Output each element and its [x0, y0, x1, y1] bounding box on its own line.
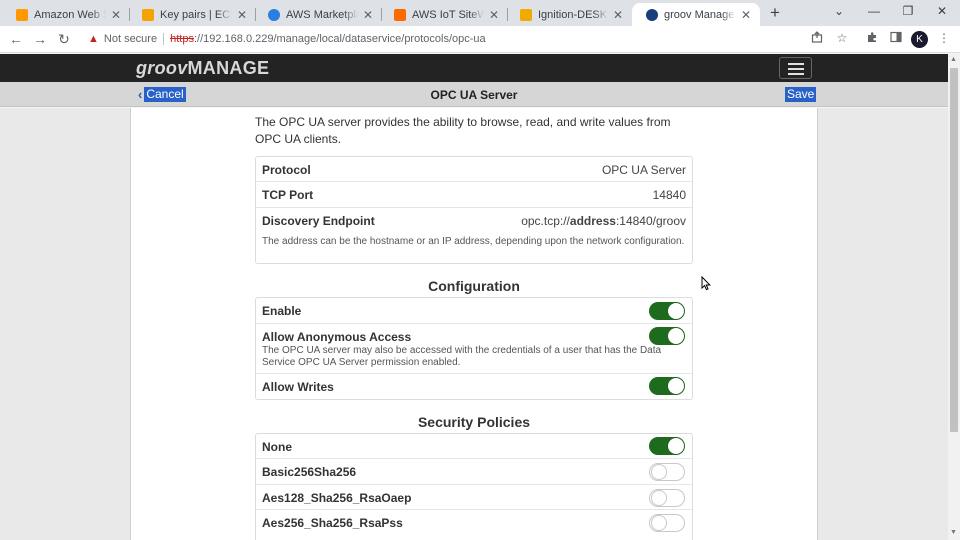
- discovery-endpoint-label: Discovery Endpoint: [262, 214, 375, 228]
- policy-toggle-none[interactable]: [649, 437, 685, 455]
- security-status[interactable]: Not secure: [104, 33, 157, 45]
- intro-text: The OPC UA server provides the ability t…: [255, 115, 671, 146]
- policy-label-none: None: [262, 440, 292, 454]
- browser-tab[interactable]: Amazon Web Services Sign-In ✕: [2, 3, 130, 26]
- close-tab-icon[interactable]: ✕: [236, 8, 248, 22]
- configuration-card: Enable Allow Anonymous Access The OPC UA…: [255, 297, 693, 400]
- browser-tab[interactable]: Key pairs | EC2 Management Console ✕: [128, 3, 256, 26]
- bookmark-star-icon[interactable]: ☆: [834, 31, 850, 45]
- tab-title: Ignition-DESKTOP-: [538, 8, 608, 21]
- url-text: ://192.168.0.229/manage/local/dataservic…: [193, 33, 486, 45]
- browser-tab[interactable]: AWS Marketplace: groov ✕: [254, 3, 382, 26]
- page-subheader: ‹ Cancel OPC UA Server Save: [0, 82, 948, 107]
- info-row-discovery-endpoint: Discovery Endpoint opc.tcp://address:148…: [256, 208, 692, 263]
- new-tab-button[interactable]: +: [766, 4, 784, 22]
- extensions-icon[interactable]: [864, 31, 880, 46]
- app-header: groovMANAGE: [0, 54, 948, 82]
- close-tab-icon[interactable]: ✕: [110, 8, 122, 22]
- config-row-enable: Enable: [256, 298, 692, 324]
- policy-row: None: [256, 434, 692, 459]
- ignition-favicon-icon: [520, 8, 532, 21]
- policy-label-aes128: Aes128_Sha256_RsaOaep: [262, 491, 412, 505]
- hamburger-menu-button[interactable]: [779, 57, 812, 79]
- config-row-writes: Allow Writes: [256, 374, 692, 399]
- info-row-tcp-port: TCP Port 14840: [256, 182, 692, 208]
- config-row-anonymous: Allow Anonymous Access The OPC UA server…: [256, 324, 692, 374]
- anonymous-access-toggle[interactable]: [649, 327, 685, 345]
- close-tab-icon[interactable]: ✕: [362, 8, 374, 22]
- policy-toggle-basic256sha256[interactable]: [649, 463, 685, 481]
- policy-toggle-aes128[interactable]: [649, 489, 685, 507]
- anonymous-access-label: Allow Anonymous Access: [262, 330, 412, 344]
- page-scrollbar[interactable]: ▲ ▼: [948, 54, 960, 540]
- mouse-cursor-icon: [701, 275, 711, 296]
- browser-toolbar: ← → ↻ ▲ Not secure https://192.168.0.229…: [0, 26, 960, 53]
- scrollbar-thumb[interactable]: [950, 68, 958, 432]
- profile-avatar[interactable]: K: [911, 31, 928, 48]
- discovery-endpoint-value: opc.tcp://address:14840/groov: [521, 214, 686, 228]
- allow-writes-toggle[interactable]: [649, 377, 685, 395]
- enable-label: Enable: [262, 304, 302, 318]
- warning-triangle-icon[interactable]: ▲: [88, 33, 99, 45]
- browser-tab[interactable]: AWS IoT SiteWise ✕: [380, 3, 508, 26]
- tcp-port-label: TCP Port: [262, 188, 314, 202]
- close-tab-icon[interactable]: ✕: [488, 8, 500, 22]
- close-tab-icon[interactable]: ✕: [740, 8, 752, 22]
- tab-title: Key pairs | EC2 Management Console: [160, 8, 232, 21]
- configuration-heading: Configuration: [428, 278, 520, 294]
- browser-tab[interactable]: Ignition-DESKTOP- ✕: [506, 3, 632, 26]
- restore-icon[interactable]: ❐: [900, 4, 916, 18]
- url-scheme: https: [170, 33, 194, 45]
- protocol-label: Protocol: [262, 163, 311, 177]
- sitewise-favicon-icon: [394, 8, 406, 21]
- protocol-value: OPC UA Server: [601, 163, 686, 177]
- save-button[interactable]: Save: [785, 87, 817, 102]
- server-info-card: Protocol OPC UA Server TCP Port 14840 Di…: [255, 156, 693, 264]
- share-icon[interactable]: [809, 31, 825, 46]
- enable-toggle[interactable]: [649, 302, 685, 320]
- groov-favicon-icon: [646, 8, 658, 21]
- policy-label-aes256: Aes256_Sha256_RsaPss: [262, 516, 403, 530]
- policy-toggle-aes256[interactable]: [649, 514, 685, 532]
- more-menu-icon[interactable]: ⋮: [936, 31, 952, 45]
- scroll-down-arrow-icon[interactable]: ▼: [950, 529, 957, 536]
- close-window-icon[interactable]: ✕: [934, 4, 950, 18]
- scroll-up-arrow-icon[interactable]: ▲: [950, 56, 957, 63]
- tab-title: AWS IoT SiteWise: [412, 8, 484, 21]
- tab-title: Amazon Web Services Sign-In: [34, 8, 106, 21]
- policy-row: Basic256Sha256: [256, 459, 692, 485]
- marketplace-favicon-icon: [268, 8, 280, 21]
- allow-writes-label: Allow Writes: [262, 380, 334, 394]
- security-policies-heading: Security Policies: [417, 414, 531, 430]
- tab-title: AWS Marketplace: groov: [286, 8, 358, 21]
- info-row-protocol: Protocol OPC UA Server: [256, 157, 692, 182]
- close-tab-icon[interactable]: ✕: [612, 8, 624, 22]
- policy-label-basic256sha256: Basic256Sha256: [262, 465, 357, 479]
- security-policies-card: None Basic256Sha256 Aes128_Sha256_RsaOae…: [255, 433, 693, 540]
- aws-favicon-icon: [16, 8, 28, 21]
- anonymous-access-note: The OPC UA server may also be accessed w…: [262, 345, 662, 368]
- policy-row: Aes256_Sha256_RsaPss: [256, 510, 692, 536]
- ec2-favicon-icon: [142, 8, 154, 21]
- groov-manage-logo: groovMANAGE: [136, 58, 270, 78]
- endpoint-note: The address can be the hostname or an IP…: [262, 236, 685, 247]
- tab-search-icon[interactable]: ⌄: [831, 4, 847, 18]
- url-divider: [163, 33, 165, 45]
- side-panel-icon[interactable]: [888, 31, 904, 46]
- browser-tab-strip: Amazon Web Services Sign-In ✕ Key pairs …: [0, 0, 960, 26]
- browser-tab-active[interactable]: groov Manage: OPC UA Server ✕: [632, 3, 760, 26]
- back-arrow-icon[interactable]: ←: [8, 30, 24, 48]
- minimize-icon[interactable]: —: [866, 4, 882, 18]
- reload-icon[interactable]: ↻: [56, 30, 72, 48]
- forward-arrow-icon[interactable]: →: [32, 30, 48, 48]
- tab-title: groov Manage: OPC UA Server: [664, 8, 736, 21]
- policy-row: Aes128_Sha256_RsaOaep: [256, 485, 692, 510]
- tcp-port-value: 14840: [652, 188, 686, 202]
- address-bar[interactable]: ▲ Not secure https://192.168.0.229/manag…: [80, 28, 862, 50]
